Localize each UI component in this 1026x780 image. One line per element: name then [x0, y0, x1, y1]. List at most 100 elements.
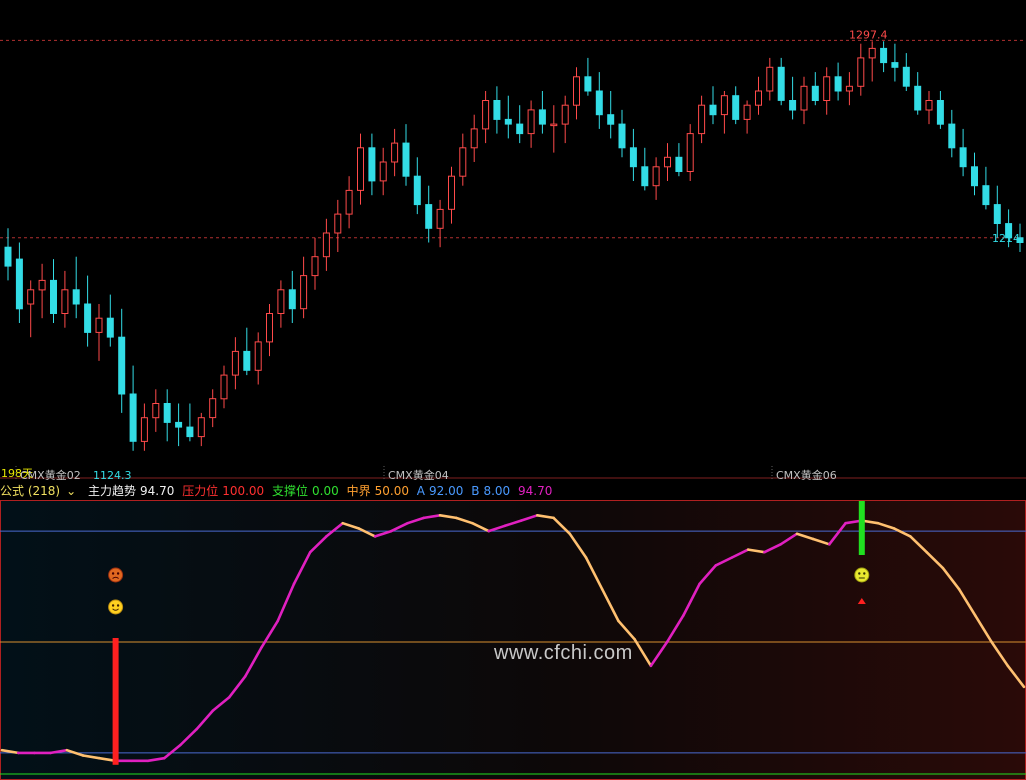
candle-body: [413, 175, 421, 206]
support-value: 0.00: [312, 484, 339, 498]
candle-body: [368, 147, 376, 182]
candle-body: [766, 66, 774, 92]
candle-body: [425, 204, 433, 229]
candle-body: [448, 175, 455, 210]
formula-selector[interactable]: 公式 (218) ⌄: [0, 484, 84, 498]
candle-body: [493, 100, 501, 120]
buy-signal-bar: [112, 638, 119, 765]
resistance-value: 100.00: [222, 484, 265, 498]
b-label: B: [471, 484, 480, 498]
candle-body: [345, 189, 353, 215]
candle-body: [709, 104, 717, 116]
candle-body: [948, 123, 956, 149]
formula-label[interactable]: 公式 (218): [0, 484, 60, 498]
face-eye: [116, 572, 120, 575]
candle-body: [857, 57, 865, 87]
neutral-face-icon: [854, 567, 870, 583]
candle-body: [914, 85, 922, 111]
candle-body: [61, 289, 69, 314]
candle-body: [288, 289, 296, 310]
candle-body: [357, 147, 364, 191]
chevron-down-icon[interactable]: ⌄: [66, 484, 76, 498]
candle-body: [652, 166, 660, 187]
candle-body: [641, 166, 649, 187]
face-eye: [111, 604, 115, 607]
b-value: 8.00: [483, 484, 511, 498]
candle-body: [845, 85, 853, 92]
main-trend-label: 主力趋势: [87, 484, 136, 498]
candle-body: [607, 114, 615, 125]
candle-body: [504, 118, 512, 125]
last-price-label: 1214.: [992, 232, 1024, 245]
candle-body: [720, 95, 728, 116]
midline-value: 50.00: [374, 484, 409, 498]
candle-body: [834, 76, 842, 92]
candle-body: [868, 47, 876, 59]
contract-label: CMX黄金02: [20, 468, 81, 480]
candle-body: [971, 166, 978, 187]
candle-body: [618, 123, 626, 149]
candle-body: [266, 313, 273, 343]
candle-body: [777, 66, 785, 101]
support-label: 支撑位: [272, 484, 309, 498]
candle-body: [482, 100, 490, 130]
candle-body: [140, 417, 148, 442]
face-circle: [108, 599, 124, 615]
sell-signal-bar: [858, 501, 865, 555]
face-circle: [854, 567, 870, 583]
candle-body: [322, 232, 330, 258]
candle-body: [675, 156, 683, 173]
candle-body: [823, 76, 831, 102]
candle-body: [175, 421, 183, 428]
candle-body: [209, 398, 217, 419]
candle-body: [629, 147, 637, 168]
candle-body: [197, 417, 205, 438]
candle-body: [982, 185, 990, 206]
candle-body: [664, 156, 671, 168]
candle-body: [584, 76, 592, 92]
face-eye: [863, 572, 866, 575]
a-label: A: [416, 484, 426, 498]
candle-body: [220, 374, 228, 400]
extra-value: 94.70: [517, 484, 553, 498]
candle-body: [880, 47, 888, 64]
candle-body: [800, 85, 808, 111]
contract-label: CMX黄金04: [388, 468, 449, 480]
candle-body: [561, 104, 569, 125]
indicator-header: 公式 (218) ⌄ 主力趋势 94.70 压力位 100.00 支撑位 0.00 中界…: [0, 482, 1026, 500]
candle-body: [95, 317, 103, 333]
face-eye: [858, 572, 861, 575]
candle-body: [516, 123, 524, 135]
candle-body: [300, 275, 308, 310]
candle-body: [129, 393, 137, 442]
main-trend-value: 94.70: [140, 484, 175, 498]
candle-body: [993, 204, 1001, 225]
face-circle: [108, 567, 124, 583]
candle-body: [391, 142, 399, 163]
indicator-chart[interactable]: [0, 500, 1026, 780]
candle-body: [379, 161, 387, 182]
candle-body: [106, 317, 114, 338]
candle-body: [936, 100, 944, 125]
candle-body: [15, 258, 23, 310]
candle-body: [254, 341, 262, 371]
a-value: 92.00: [429, 484, 464, 498]
midline-label: 中界: [346, 484, 371, 498]
candle-body: [573, 76, 580, 106]
candle-body: [538, 109, 546, 125]
candle-body: [311, 256, 319, 277]
candle-body: [436, 208, 444, 229]
candle-body: [163, 403, 171, 423]
candle-body: [789, 100, 797, 111]
candle-body: [686, 133, 694, 173]
candle-body: [72, 289, 80, 305]
candle-body: [50, 279, 57, 314]
candle-body: [277, 289, 285, 314]
price-chart[interactable]: 1297.41124.31214.198天CMX黄金02 CMX黄金04 CMX黄金…: [0, 0, 1026, 480]
candle-body: [902, 66, 910, 87]
candle-body: [891, 62, 899, 68]
face-eye: [116, 604, 120, 607]
candle-body: [527, 109, 535, 135]
resistance-label: 压力位: [182, 484, 219, 498]
candle-body: [470, 128, 478, 149]
